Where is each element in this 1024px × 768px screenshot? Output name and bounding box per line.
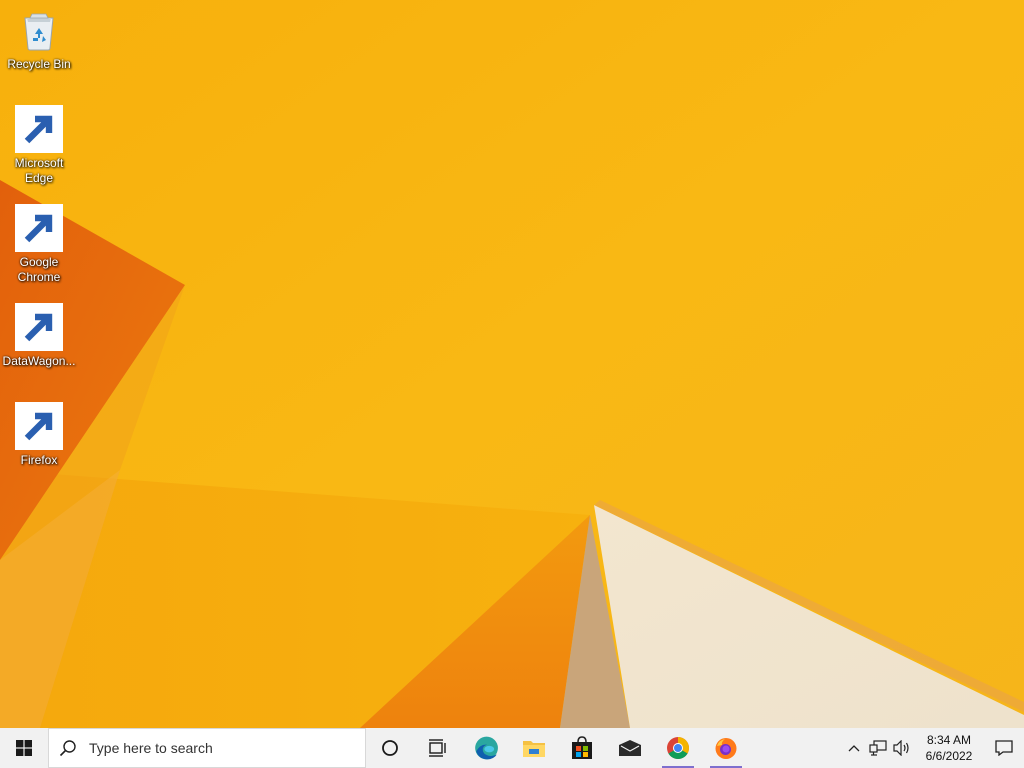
network-icon [869,740,887,756]
volume-button[interactable] [890,728,914,768]
edge-icon [15,105,63,153]
wallpaper [0,0,1024,728]
windows-logo-icon [16,740,32,756]
edge-desktop-icon[interactable]: Microsoft Edge [2,105,76,186]
file-explorer-icon [523,741,545,757]
desktop: Recycle Bin Microsoft Edge Google Chrome… [0,0,1024,728]
taskbar: Type here to search 8:34 AM 6/6/2022 [0,728,1024,768]
network-button[interactable] [866,728,890,768]
search-icon [59,740,76,757]
cortana-icon [382,740,398,756]
firefox-desktop-icon[interactable]: Firefox [2,402,76,468]
chrome-desktop-icon[interactable]: Google Chrome [2,204,76,285]
shortcut-arrow-icon [15,105,63,153]
taskbar-firefox-button[interactable] [702,728,750,768]
cortana-button[interactable] [366,728,414,768]
datawagon-desktop-icon[interactable]: DataWagon... [2,303,76,369]
chrome-icon [667,737,689,759]
taskbar-file-explorer-button[interactable] [510,728,558,768]
chrome-icon [15,204,63,252]
taskbar-clock[interactable]: 8:34 AM 6/6/2022 [918,732,980,764]
datawagon-label: DataWagon... [2,354,76,368]
firefox-icon [715,738,737,759]
start-button[interactable] [0,728,48,768]
mail-icon [619,740,641,756]
edge-label: Microsoft Edge [14,156,64,185]
taskbar-chrome-button[interactable] [654,728,702,768]
search-placeholder: Type here to search [89,740,213,756]
shortcut-arrow-icon [15,402,63,450]
taskbar-store-button[interactable] [558,728,606,768]
show-hidden-icons-button[interactable] [842,728,866,768]
task-view-icon [429,739,446,757]
taskbar-search-box[interactable]: Type here to search [48,728,366,768]
action-center-button[interactable] [984,728,1024,768]
chrome-label: Google Chrome [17,255,61,284]
system-tray: 8:34 AM 6/6/2022 [842,728,1024,768]
notification-icon [995,740,1013,756]
firefox-label: Firefox [20,453,58,467]
shortcut-arrow-icon [15,204,63,252]
volume-icon [893,740,909,756]
datawagon-icon [15,303,63,351]
shortcut-arrow-icon [15,303,63,351]
clock-date: 6/6/2022 [925,749,973,763]
clock-time: 8:34 AM [926,733,972,747]
recycle-bin-desktop-icon[interactable]: Recycle Bin [2,6,76,72]
recycle-bin-icon [15,6,63,54]
recycle-bin-label: Recycle Bin [7,57,71,71]
store-icon [572,736,592,759]
chevron-up-icon [848,745,860,752]
taskbar-edge-button[interactable] [462,728,510,768]
edge-icon [475,736,498,760]
task-view-button[interactable] [414,728,462,768]
firefox-icon [15,402,63,450]
taskbar-mail-button[interactable] [606,728,654,768]
